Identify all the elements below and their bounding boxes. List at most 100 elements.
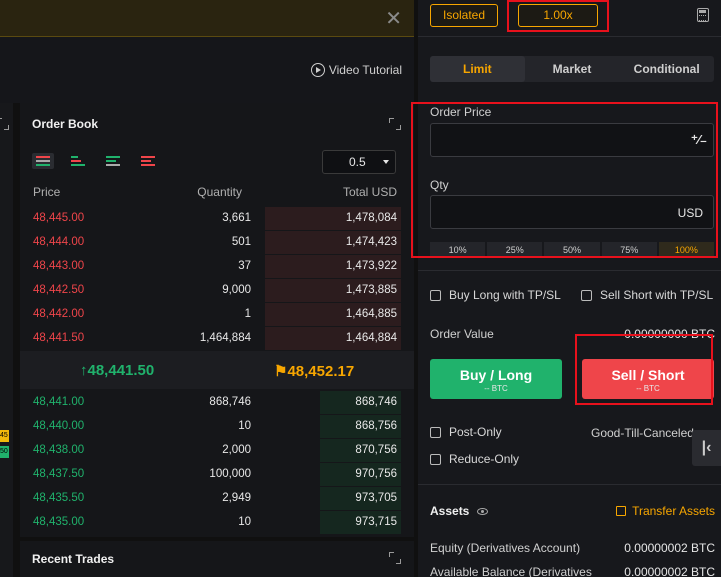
expand-icon[interactable]: [0, 118, 9, 130]
order-price-cell: 48,442.00: [33, 308, 85, 320]
total-header: Total USD: [342, 185, 397, 199]
checkbox-icon: [430, 289, 441, 301]
sell-short-button[interactable]: Sell / Short -- BTC: [582, 359, 714, 399]
order-book-view-toggle: [32, 153, 159, 169]
bid-row[interactable]: 48,435.00 10 973,715: [20, 511, 414, 534]
order-price-cell: 48,441.00: [33, 396, 85, 408]
order-qty-cell: 9,000: [222, 284, 251, 296]
buy-long-button[interactable]: Buy / Long -- BTC: [430, 359, 562, 399]
quantity-percent-slider: 10% 25% 50% 75% 100%: [430, 242, 715, 258]
price-badge: 50: [0, 446, 9, 458]
bid-row[interactable]: 48,441.00 868,746 868,746: [20, 391, 414, 414]
divider: [418, 484, 721, 485]
order-total-cell: 868,746: [355, 396, 397, 408]
ask-row[interactable]: 48,441.50 1,464,884 1,464,884: [20, 327, 414, 350]
buy-long-tpsl-checkbox[interactable]: Buy Long with TP/SL: [430, 288, 561, 302]
sell-short-sub: -- BTC: [636, 384, 660, 393]
bid-row[interactable]: 48,437.50 100,000 970,756: [20, 463, 414, 486]
buy-long-sub: -- BTC: [484, 384, 508, 393]
order-price-input[interactable]: [431, 124, 713, 156]
bids-only-view-icon[interactable]: [102, 153, 124, 169]
qty-input[interactable]: [431, 196, 713, 228]
order-total-cell: 1,464,885: [345, 308, 397, 320]
order-total-cell: 970,756: [355, 468, 397, 480]
video-tutorial-link[interactable]: Video Tutorial: [310, 63, 402, 77]
transfer-assets-link[interactable]: Transfer Assets: [616, 504, 715, 518]
order-type-tabs: Limit Market Conditional: [430, 56, 714, 82]
percent-25[interactable]: 25%: [487, 242, 543, 258]
close-icon[interactable]: ✕: [385, 6, 402, 31]
mark-price: ⚑48,452.17: [274, 363, 355, 380]
video-tutorial-label: Video Tutorial: [328, 63, 402, 77]
last-price-bar: ↑48,441.50 ⚑48,452.17: [20, 351, 414, 389]
calculator-icon[interactable]: [697, 8, 709, 22]
qty-label: Qty: [430, 178, 449, 192]
bid-row[interactable]: 48,438.00 2,000 870,756: [20, 439, 414, 462]
collapse-panel-button[interactable]: |‹: [692, 430, 721, 466]
ask-row[interactable]: 48,443.00 37 1,473,922: [20, 255, 414, 278]
notice-banner: ✕: [0, 0, 414, 37]
flag-icon: ⚑: [274, 363, 288, 380]
divider: [418, 36, 721, 37]
expand-icon[interactable]: [389, 552, 401, 564]
order-total-cell: 1,474,423: [345, 236, 397, 248]
order-price-cell: 48,435.50: [33, 492, 85, 504]
tab-market[interactable]: Market: [525, 56, 620, 82]
recent-trades-title: Recent Trades: [32, 552, 115, 566]
tab-conditional[interactable]: Conditional: [619, 56, 714, 82]
percent-10[interactable]: 10%: [430, 242, 486, 258]
ask-row[interactable]: 48,444.00 501 1,474,423: [20, 231, 414, 254]
time-in-force-select[interactable]: Good-Till-Canceled: [591, 426, 694, 440]
precision-select[interactable]: 0.5: [322, 150, 396, 174]
percent-100[interactable]: 100%: [658, 242, 715, 258]
recent-trades-panel: Recent Trades: [20, 537, 414, 577]
order-qty-cell: 3,661: [222, 212, 251, 224]
order-price-cell: 48,443.00: [33, 260, 85, 272]
transfer-icon: [616, 506, 627, 516]
order-price-cell: 48,445.00: [33, 212, 85, 224]
tab-limit[interactable]: Limit: [430, 56, 525, 82]
post-only-label: Post-Only: [449, 425, 502, 439]
price-header: Price: [33, 185, 61, 199]
order-price-label: Order Price: [430, 105, 492, 119]
order-qty-cell: 868,746: [209, 396, 251, 408]
last-price: ↑48,441.50: [80, 362, 155, 379]
margin-mode-button[interactable]: Isolated: [430, 4, 498, 27]
chart-toolbar: Video Tutorial: [0, 37, 414, 103]
price-badge: 45: [0, 430, 9, 442]
quantity-header: Quantity: [197, 185, 242, 199]
bid-row[interactable]: 48,435.50 2,949 973,705: [20, 487, 414, 510]
leverage-button[interactable]: 1.00x: [518, 4, 598, 27]
assets-header: Assets: [430, 504, 489, 518]
order-price-cell: 48,440.00: [33, 420, 85, 432]
available-balance-value: 0.00000002 BTC: [624, 565, 715, 577]
sell-short-label: Sell / Short: [611, 367, 685, 383]
both-sides-view-icon[interactable]: [32, 153, 54, 169]
ask-row[interactable]: 48,445.00 3,661 1,478,084: [20, 207, 414, 230]
sell-short-tpsl-label: Sell Short with TP/SL: [600, 288, 714, 302]
percent-50[interactable]: 50%: [544, 242, 600, 258]
order-total-cell: 1,464,884: [345, 332, 397, 344]
plus-minus-icon[interactable]: ⁺∕₋: [691, 133, 707, 147]
sell-short-tpsl-checkbox[interactable]: Sell Short with TP/SL: [581, 288, 713, 302]
order-qty-cell: 37: [238, 260, 251, 272]
order-qty-cell: 2,000: [222, 444, 251, 456]
reduce-only-checkbox[interactable]: Reduce-Only: [430, 452, 519, 466]
split-view-icon[interactable]: [67, 153, 89, 169]
order-qty-cell: 501: [231, 236, 251, 248]
qty-unit: USD: [677, 206, 703, 220]
ask-row[interactable]: 48,442.00 1 1,464,885: [20, 303, 414, 326]
eye-icon[interactable]: [477, 508, 489, 516]
order-price-cell: 48,437.50: [33, 468, 85, 480]
chart-edge: 45 50: [0, 103, 13, 577]
asks-only-view-icon[interactable]: [137, 153, 159, 169]
ask-row[interactable]: 48,442.50 9,000 1,473,885: [20, 279, 414, 302]
post-only-checkbox[interactable]: Post-Only: [430, 425, 502, 439]
order-value-label: Order Value: [430, 327, 494, 341]
equity-label: Equity (Derivatives Account): [430, 541, 581, 555]
expand-icon[interactable]: [389, 118, 401, 130]
order-qty-cell: 10: [238, 516, 251, 528]
bid-row[interactable]: 48,440.00 10 868,756: [20, 415, 414, 438]
order-qty-cell: 1,464,884: [199, 332, 251, 344]
percent-75[interactable]: 75%: [601, 242, 657, 258]
